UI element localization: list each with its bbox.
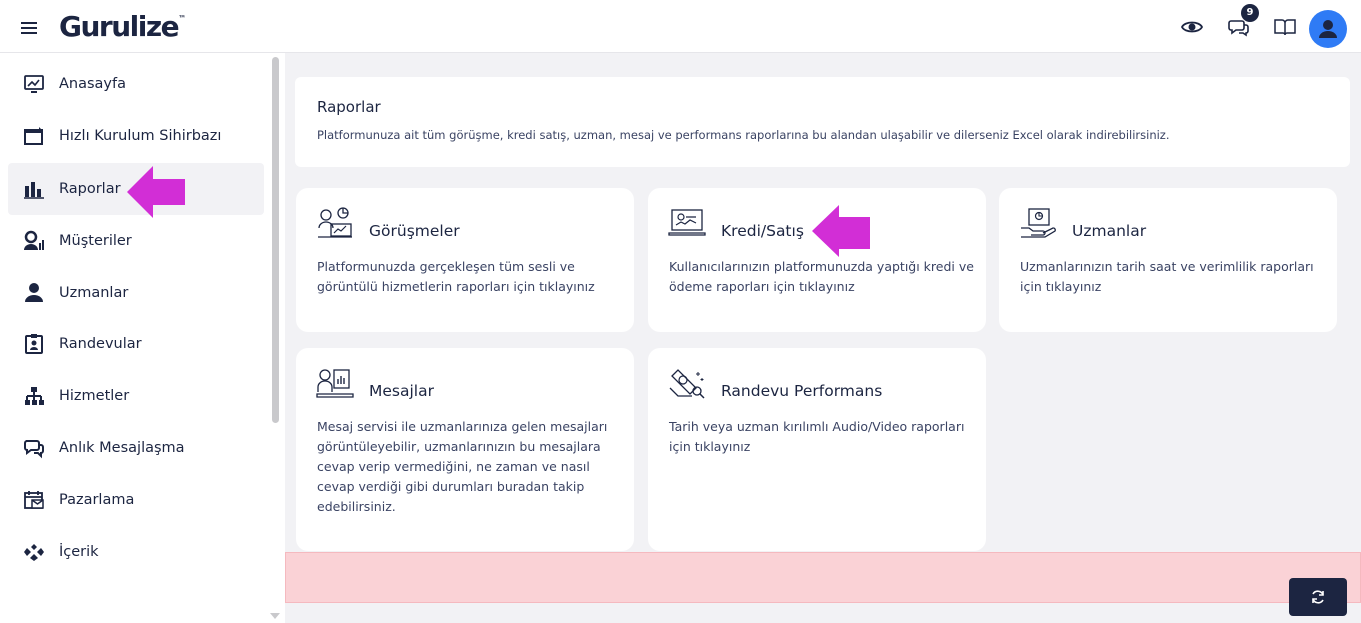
card-description: Mesaj servisi ile uzmanlarınıza gelen me… [317, 419, 608, 514]
sitemap-icon [23, 385, 45, 407]
sidebar-item-label: Uzmanlar [59, 285, 129, 301]
menu-icon[interactable] [21, 22, 37, 34]
sidebar-item-label: İçerik [59, 544, 99, 560]
card-title: Mesajlar [369, 382, 434, 400]
monitor-chart-icon [23, 73, 45, 95]
scroll-down-arrow-icon[interactable] [270, 613, 280, 619]
sidebar-item-label: Anlık Mesajlaşma [59, 440, 185, 456]
credit-report-icon [668, 206, 706, 240]
sidebar-item-label: Raporlar [59, 181, 121, 197]
user-avatar-icon[interactable] [1309, 10, 1347, 48]
refresh-button[interactable] [1289, 578, 1347, 616]
card-title: Görüşmeler [369, 222, 460, 240]
performance-search-icon [668, 366, 706, 400]
clipboard-user-icon [23, 333, 45, 355]
page-description: Platformunuza ait tüm görüşme, kredi sat… [317, 128, 1170, 142]
sidebar-item-icerik[interactable]: İçerik [8, 526, 264, 578]
calendar-mail-icon [23, 489, 45, 511]
top-header: Gurulize™ 9 [0, 0, 1361, 53]
sidebar-item-label: Hızlı Kurulum Sihirbazı [59, 128, 222, 144]
sidebar-item-randevular[interactable]: Randevular [8, 318, 264, 370]
person-icon [23, 282, 45, 304]
sidebar-item-anlik-mesajlasma[interactable]: Anlık Mesajlaşma [8, 422, 264, 474]
sidebar-scrollbar[interactable] [272, 57, 279, 423]
notification-badge: 9 [1241, 4, 1259, 22]
report-card-randevu-performans[interactable]: Randevu Performans Tarih veya uzman kırı… [648, 348, 986, 551]
expert-report-icon [1019, 206, 1057, 240]
content-icon [23, 541, 45, 563]
sidebar-item-pazarlama[interactable]: Pazarlama [8, 474, 264, 526]
card-title: Kredi/Satış [721, 222, 804, 240]
sidebar-item-musteriler[interactable]: Müşteriler [8, 215, 264, 267]
card-title: Randevu Performans [721, 382, 883, 400]
sidebar-item-label: Anasayfa [59, 76, 127, 92]
sidebar-item-anasayfa[interactable]: Anasayfa [8, 58, 264, 110]
card-description: Kullanıcılarınızın platformunuzda yaptığ… [669, 259, 974, 294]
eye-icon[interactable] [1180, 15, 1204, 39]
refresh-icon [1312, 590, 1324, 604]
sidebar-item-label: Müşteriler [59, 233, 132, 249]
logo-trademark: ™ [178, 14, 187, 23]
reports-intro-panel: Raporlar Platformunuza ait tüm görüşme, … [295, 77, 1350, 167]
alert-bar [285, 552, 1361, 603]
card-description: Uzmanlarınızın tarih saat ve verimlilik … [1020, 259, 1314, 294]
sidebar-item-hizmetler[interactable]: Hizmetler [8, 370, 264, 422]
page-title: Raporlar [317, 98, 381, 116]
card-description: Tarih veya uzman kırılımlı Audio/Video r… [669, 419, 965, 454]
sidebar: Anasayfa Hızlı Kurulum Sihirbazı Raporla… [0, 53, 285, 623]
customer-chart-icon [23, 230, 45, 252]
card-title: Uzmanlar [1072, 222, 1147, 240]
report-card-uzmanlar[interactable]: Uzmanlar Uzmanlarınızın tarih saat ve ve… [999, 188, 1337, 332]
sidebar-item-hizli-kurulum[interactable]: Hızlı Kurulum Sihirbazı [8, 110, 264, 162]
book-icon[interactable] [1273, 15, 1297, 39]
meeting-users-icon [316, 206, 354, 240]
chat-bubbles-icon [23, 437, 45, 459]
sidebar-item-label: Pazarlama [59, 492, 135, 508]
message-report-icon [316, 366, 354, 400]
logo-text: Gurulize [59, 10, 180, 43]
sidebar-item-label: Randevular [59, 336, 142, 352]
bar-chart-icon [23, 178, 45, 200]
card-description: Platformunuzda gerçekleşen tüm sesli ve … [317, 259, 595, 294]
pointer-arrow-left-icon [127, 166, 185, 218]
sidebar-item-uzmanlar[interactable]: Uzmanlar [8, 267, 264, 319]
report-card-mesajlar[interactable]: Mesajlar Mesaj servisi ile uzmanlarınıza… [296, 348, 634, 551]
pointer-arrow-down-left-icon [812, 205, 870, 257]
brand-logo[interactable]: Gurulize™ [59, 10, 186, 43]
report-card-gorusmeler[interactable]: Görüşmeler Platformunuzda gerçekleşen tü… [296, 188, 634, 332]
wizard-window-icon [23, 125, 45, 147]
sidebar-item-label: Hizmetler [59, 388, 130, 404]
